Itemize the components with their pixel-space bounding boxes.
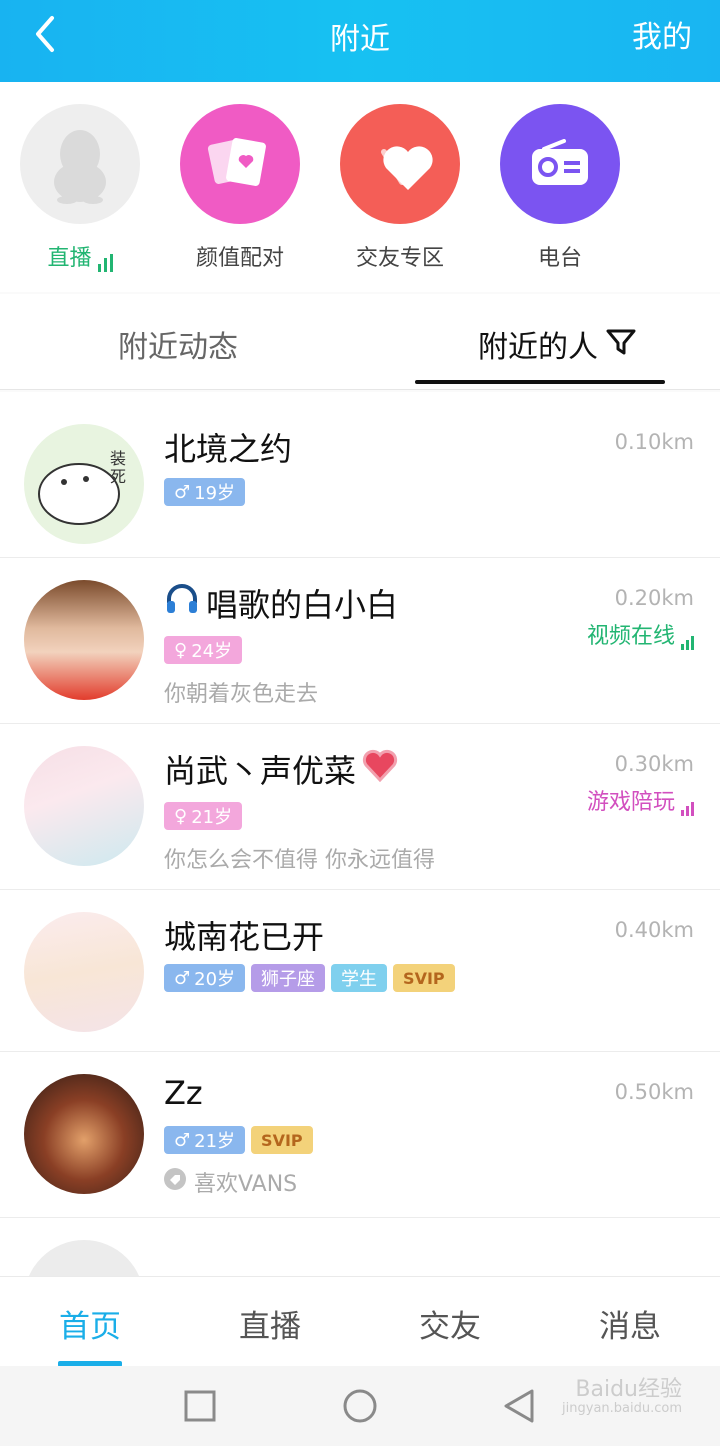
cards-heart-icon bbox=[180, 104, 300, 224]
bottom-nav: 首页 直播 交友 消息 bbox=[0, 1276, 720, 1367]
zodiac-badge: 狮子座 bbox=[251, 964, 326, 992]
list-item[interactable]: 尚武丶声优菜 0.30km 游戏陪玩 ♀ 21岁 你怎么会不值得 你永远值得 bbox=[0, 724, 720, 890]
entry-face-match-label: 颜值配对 bbox=[195, 246, 284, 271]
people-list: 装 死 北境之约 0.10km ♂ 19岁 唱歌的白小白 0.20km 视频在线 … bbox=[0, 392, 720, 1276]
live-signal-icon bbox=[97, 254, 113, 272]
distance: 0.20km bbox=[614, 586, 694, 610]
entry-radio[interactable]: 电台 bbox=[480, 104, 640, 272]
female-icon: ♀ bbox=[174, 639, 188, 661]
male-icon: ♂ bbox=[174, 1129, 191, 1151]
gender-age-badge: ♂ 21岁 bbox=[164, 1126, 246, 1154]
list-item[interactable]: Zz 0.50km ♂ 21岁 SVIP 喜欢VANS bbox=[0, 1052, 720, 1218]
entry-friends-zone-label: 交友专区 bbox=[355, 246, 444, 271]
nav-friends[interactable]: 交友 bbox=[360, 1301, 540, 1346]
female-icon: ♀ bbox=[174, 805, 188, 827]
male-icon: ♂ bbox=[174, 967, 191, 989]
back-nav-icon[interactable] bbox=[502, 1388, 536, 1428]
gender-age-badge: ♂ 19岁 bbox=[164, 478, 246, 506]
tab-nearby-people-label: 附近的人 bbox=[478, 330, 598, 365]
home-icon[interactable] bbox=[342, 1388, 378, 1428]
entry-live[interactable]: 直播 bbox=[0, 104, 160, 272]
top-bar: 附近 我的 bbox=[0, 0, 720, 82]
signal-icon bbox=[681, 636, 694, 650]
tab-nearby-people[interactable]: 附近的人 bbox=[478, 322, 598, 366]
heart-emoji-icon bbox=[362, 748, 398, 790]
gender-age-badge: ♂ 20岁 bbox=[164, 964, 246, 992]
distance: 0.10km bbox=[614, 430, 694, 454]
svip-badge: SVIP bbox=[393, 964, 455, 992]
distance: 0.40km bbox=[614, 918, 694, 942]
radio-icon bbox=[500, 104, 620, 224]
list-item[interactable] bbox=[0, 1218, 720, 1276]
user-name: 北境之约 bbox=[164, 430, 293, 468]
occupation-badge: 学生 bbox=[331, 964, 388, 992]
status-badge: 游戏陪玩 bbox=[587, 784, 694, 816]
tab-underline bbox=[415, 380, 665, 384]
nav-live[interactable]: 直播 bbox=[180, 1301, 360, 1346]
list-item[interactable]: 装 死 北境之约 0.10km ♂ 19岁 bbox=[0, 392, 720, 558]
distance: 0.50km bbox=[614, 1080, 694, 1104]
entry-friends-zone[interactable]: 交友专区 bbox=[320, 104, 480, 272]
interest-line: 喜欢VANS bbox=[164, 1166, 297, 1198]
entry-live-label: 直播 bbox=[47, 246, 92, 271]
quick-entries: 直播 颜值配对 交友专区 电台 bbox=[0, 82, 720, 292]
user-name: Zz bbox=[164, 1074, 203, 1112]
heart-icon bbox=[340, 104, 460, 224]
watermark: Baidu经验 jingyan.baidu.com bbox=[562, 1377, 682, 1417]
svg-text:装: 装 bbox=[110, 449, 126, 468]
status-badge: 视频在线 bbox=[587, 618, 694, 650]
avatar: 装 死 bbox=[24, 424, 144, 544]
signal-icon bbox=[681, 802, 694, 816]
avatar bbox=[24, 1240, 144, 1276]
distance: 0.30km bbox=[614, 752, 694, 776]
entry-radio-label: 电台 bbox=[537, 246, 582, 271]
gender-age-badge: ♀ 21岁 bbox=[164, 802, 243, 830]
signature: 你怎么会不值得 你永远值得 bbox=[164, 848, 435, 873]
filter-icon[interactable] bbox=[606, 328, 636, 360]
list-item[interactable]: 城南花已开 0.40km ♂ 20岁 狮子座 学生 SVIP bbox=[0, 890, 720, 1052]
nav-messages[interactable]: 消息 bbox=[540, 1301, 720, 1346]
page-title: 附近 bbox=[330, 22, 390, 57]
tab-bar: 附近动态 附近的人 bbox=[0, 294, 720, 390]
tag-icon bbox=[164, 1168, 186, 1196]
tab-nearby-feed[interactable]: 附近动态 bbox=[118, 322, 238, 366]
avatar bbox=[24, 1074, 144, 1194]
avatar bbox=[24, 746, 144, 866]
male-icon: ♂ bbox=[174, 481, 191, 503]
user-name: 唱歌的白小白 bbox=[164, 580, 398, 626]
mine-button[interactable]: 我的 bbox=[632, 12, 692, 56]
recent-apps-icon[interactable] bbox=[184, 1390, 216, 1426]
svg-text:死: 死 bbox=[110, 467, 126, 486]
gender-age-badge: ♀ 24岁 bbox=[164, 636, 243, 664]
svip-badge: SVIP bbox=[251, 1126, 313, 1154]
qq-penguin-icon bbox=[20, 104, 140, 224]
headphones-icon bbox=[164, 581, 200, 625]
entry-face-match[interactable]: 颜值配对 bbox=[160, 104, 320, 272]
user-name: 尚武丶声优菜 bbox=[164, 746, 398, 792]
signature: 你朝着灰色走去 bbox=[164, 682, 319, 707]
user-name: 城南花已开 bbox=[164, 918, 325, 956]
avatar bbox=[24, 580, 144, 700]
avatar bbox=[24, 912, 144, 1032]
list-item[interactable]: 唱歌的白小白 0.20km 视频在线 ♀ 24岁 你朝着灰色走去 bbox=[0, 558, 720, 724]
nav-home[interactable]: 首页 bbox=[0, 1301, 180, 1346]
